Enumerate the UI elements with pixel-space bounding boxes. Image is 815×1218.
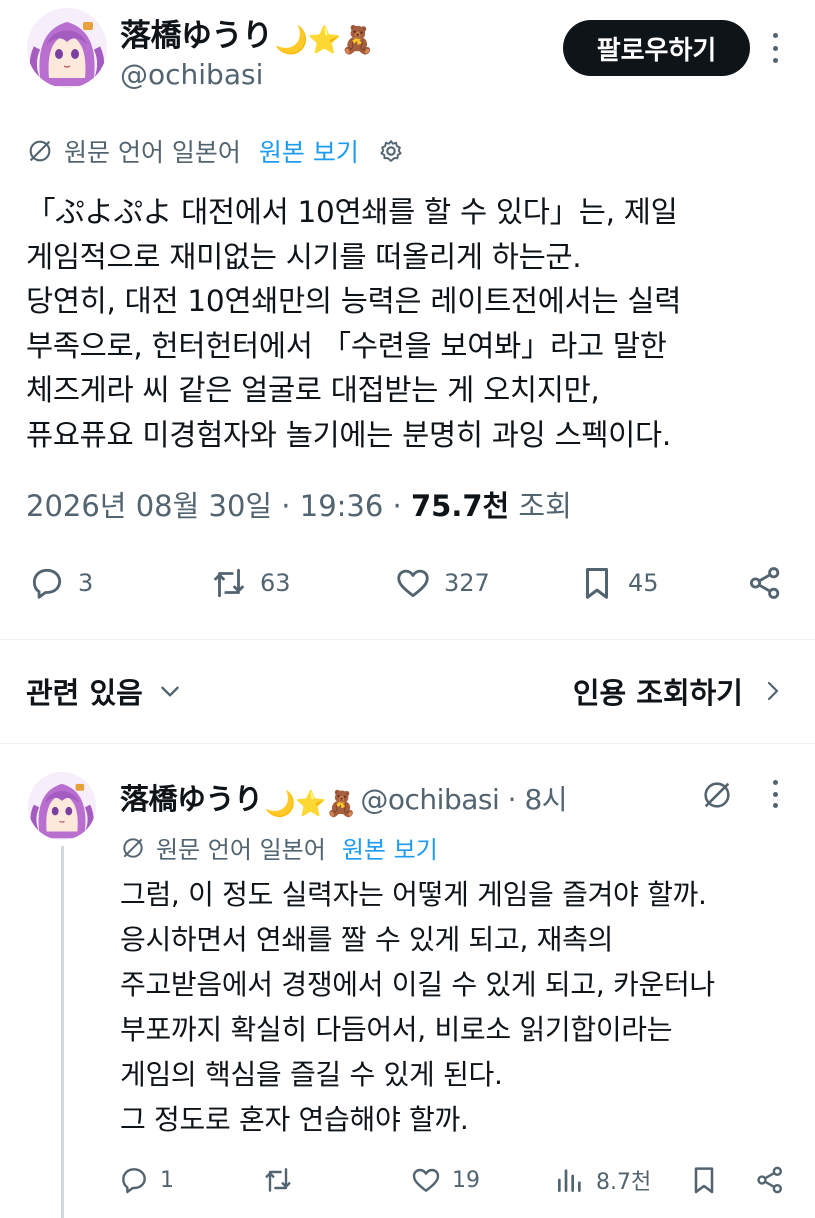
reply-handle-time: @ochibasi · 8시 <box>360 783 568 816</box>
view-count: 75.7천 <box>410 489 510 523</box>
repost-button[interactable] <box>262 1164 294 1196</box>
more-options-icon[interactable] <box>770 33 780 63</box>
related-label: 관련 있음 <box>26 676 143 710</box>
reply-action-bar: 1 19 8.7천 <box>0 1160 815 1204</box>
reply-button[interactable]: 3 <box>28 564 93 602</box>
reply-icon <box>32 568 62 599</box>
name-emoji-badges: 🌙⭐🧸 <box>264 789 357 818</box>
repost-count: 63 <box>260 569 291 597</box>
reply-button[interactable]: 1 <box>118 1164 174 1196</box>
related-toggle[interactable]: 관련 있음 <box>26 670 183 712</box>
translation-language-note: 원문 언어 일본어 <box>156 836 326 864</box>
chevron-down-icon <box>161 686 179 697</box>
reply-icon <box>122 1168 146 1194</box>
post-text-line: 부족으로, 헌터헌터에서 「수련을 보여봐」라고 말한 <box>26 328 667 363</box>
translation-language-note: 원문 언어 일본어 <box>64 138 241 167</box>
repost-icon <box>265 1168 291 1192</box>
gear-icon[interactable] <box>377 137 405 165</box>
show-original-link[interactable]: 원본 보기 <box>342 830 438 865</box>
translate-globe-icon[interactable] <box>700 778 734 812</box>
name-emoji-badges: 🌙⭐🧸 <box>274 25 375 56</box>
view-count: 8.7천 <box>596 1170 652 1195</box>
reply-text-line: 그럼, 이 정도 실력자는 어떻게 게임을 즐겨야 할까. <box>120 878 707 911</box>
heart-icon <box>397 569 429 598</box>
reply-author[interactable]: 落橋ゆうり🌙⭐🧸 @ochibasi · 8시 <box>120 776 568 819</box>
like-count: 19 <box>452 1167 480 1193</box>
repost-icon <box>214 568 244 598</box>
post-header: 落橋ゆうり🌙⭐🧸 @ochibasi 팔로우하기 <box>0 0 815 110</box>
heart-icon <box>412 1168 440 1192</box>
reply-text-line: 응시하면서 연쇄를 짤 수 있게 되고, 재촉의 <box>120 923 614 956</box>
avatar[interactable] <box>28 772 96 840</box>
author-name[interactable]: 落橋ゆうり🌙⭐🧸 <box>120 10 374 56</box>
bookmark-button[interactable] <box>688 1164 720 1196</box>
reply-text-line: 주고받음에서 경쟁에서 이길 수 있게 되고, 카운터나 <box>120 968 715 1001</box>
like-button[interactable]: 19 <box>410 1164 480 1196</box>
bookmark-icon <box>585 568 609 599</box>
view-count-suffix: 조회 <box>509 489 572 523</box>
more-options-icon[interactable] <box>770 780 780 808</box>
view-quotes-label: 인용 조회하기 <box>572 676 743 710</box>
reply-text-line: 그 정도로 혼자 연습해야 할까. <box>120 1103 469 1136</box>
post-text-line: 게임적으로 재미없는 시기를 떠올리게 하는군. <box>26 239 582 274</box>
reply-count: 3 <box>78 569 94 597</box>
post-text-line: 체즈게라 씨 같은 얼굴로 대접받는 게 오치지만, <box>26 373 600 408</box>
show-original-link[interactable]: 원본 보기 <box>259 133 359 169</box>
divider <box>0 639 815 640</box>
share-button[interactable] <box>746 564 784 602</box>
author-name-text: 落橋ゆうり <box>120 18 273 54</box>
chevron-right-icon <box>767 681 779 701</box>
author-handle[interactable]: @ochibasi <box>120 58 263 91</box>
translation-bar: 원문 언어 일본어 원본 보기 <box>26 132 405 170</box>
translation-bar: 원문 언어 일본어 원본 보기 <box>120 830 438 865</box>
bar-chart-icon <box>558 1169 581 1192</box>
like-count: 327 <box>444 569 490 597</box>
post-action-bar: 3 63 327 45 <box>0 558 815 610</box>
author-name-text: 落橋ゆうり <box>120 782 263 816</box>
views-button[interactable]: 8.7천 <box>554 1164 651 1196</box>
divider <box>0 743 815 744</box>
reply-text: 그럼, 이 정도 실력자는 어떻게 게임을 즐겨야 할까. 응시하면서 연쇄를 … <box>120 872 800 1142</box>
share-icon <box>749 567 780 599</box>
post-text-line: 퓨요퓨요 미경험자와 놀기에는 분명히 과잉 스펙이다. <box>26 417 671 452</box>
reply-count: 1 <box>160 1167 174 1193</box>
translate-globe-icon <box>26 137 54 165</box>
post-timestamp[interactable]: 2026년 08월 30일 · 19:36 · <box>26 489 411 523</box>
post-text: 「ぷよぷよ 대전에서 10연쇄를 할 수 있다」는, 제일 게임적으로 재미없는… <box>26 190 796 458</box>
avatar[interactable] <box>27 8 107 88</box>
share-button[interactable] <box>754 1164 786 1196</box>
like-button[interactable]: 327 <box>394 564 490 602</box>
bookmark-count: 45 <box>628 569 659 597</box>
post-text-line: 당연히, 대전 10연쇄만의 능력은 레이트전에서는 실력 <box>26 284 682 319</box>
share-icon <box>757 1166 782 1194</box>
view-quotes-link[interactable]: 인용 조회하기 <box>573 670 785 712</box>
translate-globe-icon <box>120 835 146 861</box>
bookmark-button[interactable]: 45 <box>578 564 659 602</box>
follow-button[interactable]: 팔로우하기 <box>563 20 750 76</box>
repost-button[interactable]: 63 <box>210 564 291 602</box>
post-text-line: 「ぷよぷよ 대전에서 10연쇄를 할 수 있다」는, 제일 <box>26 195 678 229</box>
post-meta: 2026년 08월 30일 · 19:36 · 75.7천 조회 <box>26 483 572 525</box>
reply-text-line: 부포까지 확실히 다듬어서, 비로소 읽기합이라는 <box>120 1013 673 1046</box>
reply-text-line: 게임의 핵심을 즐길 수 있게 된다. <box>120 1058 503 1091</box>
bookmark-icon <box>694 1167 714 1194</box>
